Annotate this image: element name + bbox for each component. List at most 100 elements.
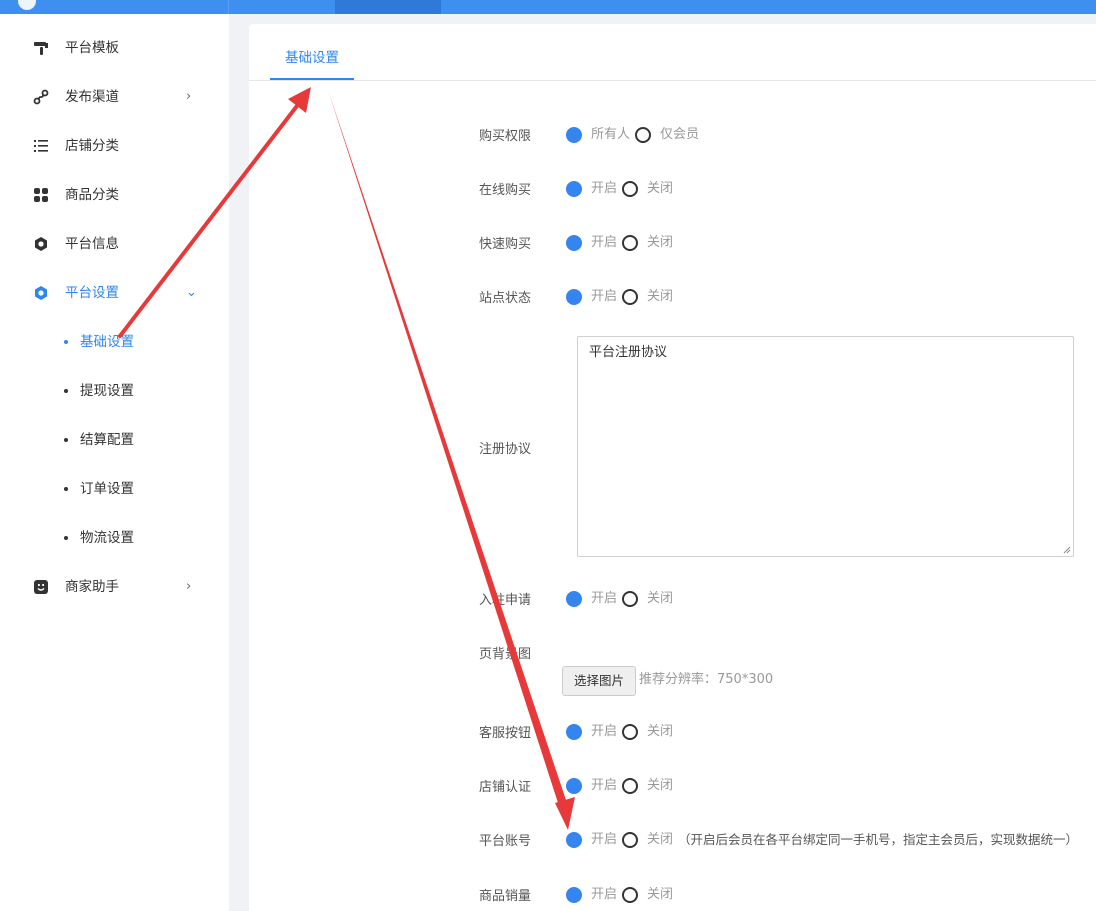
- radio-shop-verify-on[interactable]: [566, 778, 582, 794]
- sidebar-subitem-label: 提现设置: [80, 383, 134, 399]
- top-nav-divider: [228, 0, 229, 14]
- radio-quick-buy-off[interactable]: [622, 235, 638, 251]
- chevron-right-icon: ›: [186, 579, 192, 594]
- radio-site-status-on[interactable]: [566, 289, 582, 305]
- purchase-permission-label: 购买权限: [479, 129, 532, 144]
- radio-purchase-all[interactable]: [566, 127, 582, 143]
- radio-shop-verify-off-label[interactable]: 关闭: [647, 777, 673, 795]
- radio-platform-account-on-label[interactable]: 开启: [591, 831, 617, 849]
- logo-icon: [18, 0, 36, 10]
- radio-purchase-all-label[interactable]: 所有人: [591, 126, 630, 144]
- sidebar-subitem-logistics-settings[interactable]: 物流设置: [0, 518, 229, 558]
- platform-account-hint: （开启后会员在各平台绑定同一手机号，指定主会员后，实现数据统一）: [678, 832, 1079, 847]
- bullet-icon: [64, 487, 68, 491]
- sidebar-subitem-order-settings[interactable]: 订单设置: [0, 469, 229, 509]
- resize-handle-icon[interactable]: [1063, 546, 1071, 554]
- radio-service-btn-off[interactable]: [622, 724, 638, 740]
- agreement-text: 平台注册协议: [589, 345, 668, 360]
- service-button-label: 客服按钮: [479, 726, 532, 741]
- sidebar-item-shop-category[interactable]: 店铺分类: [0, 126, 229, 166]
- radio-sales-count-on-label[interactable]: 开启: [591, 886, 617, 904]
- bullet-icon: [64, 340, 68, 344]
- sidebar-item-merchant-assistant[interactable]: 商家助手 ›: [0, 567, 229, 607]
- radio-service-btn-on[interactable]: [566, 724, 582, 740]
- radio-sales-count-on[interactable]: [566, 887, 582, 903]
- sidebar-subitem-withdraw-settings[interactable]: 提现设置: [0, 371, 229, 411]
- tab-basic-settings[interactable]: 基础设置: [270, 49, 354, 80]
- radio-quick-buy-off-label[interactable]: 关闭: [647, 234, 673, 252]
- sidebar-subitem-label: 结算配置: [80, 432, 134, 448]
- gear-icon: [33, 236, 49, 252]
- sidebar-item-label: 发布渠道: [65, 89, 119, 105]
- radio-site-status-off-label[interactable]: 关闭: [647, 288, 673, 306]
- radio-site-status-off[interactable]: [622, 289, 638, 305]
- sidebar-item-label: 商品分类: [65, 187, 119, 203]
- sidebar-item-label: 商家助手: [65, 579, 119, 595]
- sidebar-subitem-settlement-config[interactable]: 结算配置: [0, 420, 229, 460]
- paint-roller-icon: [33, 40, 49, 56]
- share-link-icon: [33, 89, 49, 105]
- radio-online-buy-off-label[interactable]: 关闭: [647, 180, 673, 198]
- radio-join-apply-off-label[interactable]: 关闭: [647, 590, 673, 608]
- radio-online-buy-on[interactable]: [566, 181, 582, 197]
- sidebar-item-label: 平台模板: [65, 40, 119, 56]
- radio-sales-count-off[interactable]: [622, 887, 638, 903]
- chevron-down-icon: ⌄: [186, 285, 197, 300]
- radio-online-buy-on-label[interactable]: 开启: [591, 180, 617, 198]
- sidebar-item-label: 平台设置: [65, 285, 119, 301]
- agreement-textarea[interactable]: 平台注册协议: [577, 336, 1074, 557]
- sidebar-subitem-label: 基础设置: [80, 334, 134, 350]
- radio-service-btn-on-label[interactable]: 开启: [591, 723, 617, 741]
- sidebar-subitem-basic-settings[interactable]: 基础设置: [0, 322, 229, 362]
- join-apply-label: 入驻申请: [479, 593, 532, 608]
- radio-platform-account-off[interactable]: [622, 832, 638, 848]
- sidebar-item-platform-settings[interactable]: 平台设置 ⌄: [0, 273, 229, 313]
- bg-image-label: 页背景图: [479, 647, 532, 662]
- radio-purchase-members-label[interactable]: 仅会员: [660, 126, 699, 144]
- choose-image-button[interactable]: 选择图片: [562, 666, 636, 696]
- top-nav-bar: [0, 0, 1096, 14]
- top-nav-active-item[interactable]: [335, 0, 441, 14]
- site-status-label: 站点状态: [479, 291, 532, 306]
- sidebar-item-platform-info[interactable]: 平台信息: [0, 224, 229, 264]
- gear-icon: [33, 285, 49, 301]
- radio-platform-account-on[interactable]: [566, 832, 582, 848]
- radio-service-btn-off-label[interactable]: 关闭: [647, 723, 673, 741]
- radio-shop-verify-on-label[interactable]: 开启: [591, 777, 617, 795]
- settings-panel: 基础设置 购买权限 所有人 仅会员 在线购买 开启 关闭 快速购买 开启 关闭 …: [249, 24, 1096, 911]
- sidebar-item-platform-template[interactable]: 平台模板: [0, 28, 229, 68]
- radio-join-apply-on[interactable]: [566, 591, 582, 607]
- sidebar-subitem-label: 物流设置: [80, 530, 134, 546]
- sidebar-item-label: 平台信息: [65, 236, 119, 252]
- bg-image-hint: 推荐分辨率：750*300: [639, 672, 774, 687]
- bullet-icon: [64, 438, 68, 442]
- radio-shop-verify-off[interactable]: [622, 778, 638, 794]
- tab-label: 基础设置: [285, 50, 339, 66]
- quick-buy-label: 快速购买: [479, 237, 532, 252]
- radio-join-apply-on-label[interactable]: 开启: [591, 590, 617, 608]
- shop-verify-label: 店铺认证: [479, 780, 532, 795]
- tab-divider: [249, 80, 1096, 81]
- sidebar-item-publish-channel[interactable]: 发布渠道 ›: [0, 77, 229, 117]
- sidebar: 平台模板 发布渠道 › 店铺分类 商品分类 平台信息 平台设置 ⌄ 基础设置 提…: [0, 14, 229, 911]
- assistant-icon: [33, 579, 49, 595]
- sales-count-label: 商品销量: [479, 889, 532, 904]
- grid-icon: [33, 187, 49, 203]
- radio-quick-buy-on[interactable]: [566, 235, 582, 251]
- sidebar-subitem-label: 订单设置: [80, 481, 134, 497]
- radio-sales-count-off-label[interactable]: 关闭: [647, 886, 673, 904]
- chevron-right-icon: ›: [186, 89, 192, 104]
- radio-purchase-members[interactable]: [635, 127, 651, 143]
- radio-site-status-on-label[interactable]: 开启: [591, 288, 617, 306]
- list-icon: [33, 138, 49, 154]
- sidebar-item-product-category[interactable]: 商品分类: [0, 175, 229, 215]
- agreement-label: 注册协议: [479, 442, 532, 457]
- sidebar-item-label: 店铺分类: [65, 138, 119, 154]
- choose-image-button-label: 选择图片: [573, 673, 624, 688]
- radio-join-apply-off[interactable]: [622, 591, 638, 607]
- online-buy-label: 在线购买: [479, 183, 532, 198]
- bullet-icon: [64, 536, 68, 540]
- radio-quick-buy-on-label[interactable]: 开启: [591, 234, 617, 252]
- radio-platform-account-off-label[interactable]: 关闭: [647, 831, 673, 849]
- radio-online-buy-off[interactable]: [622, 181, 638, 197]
